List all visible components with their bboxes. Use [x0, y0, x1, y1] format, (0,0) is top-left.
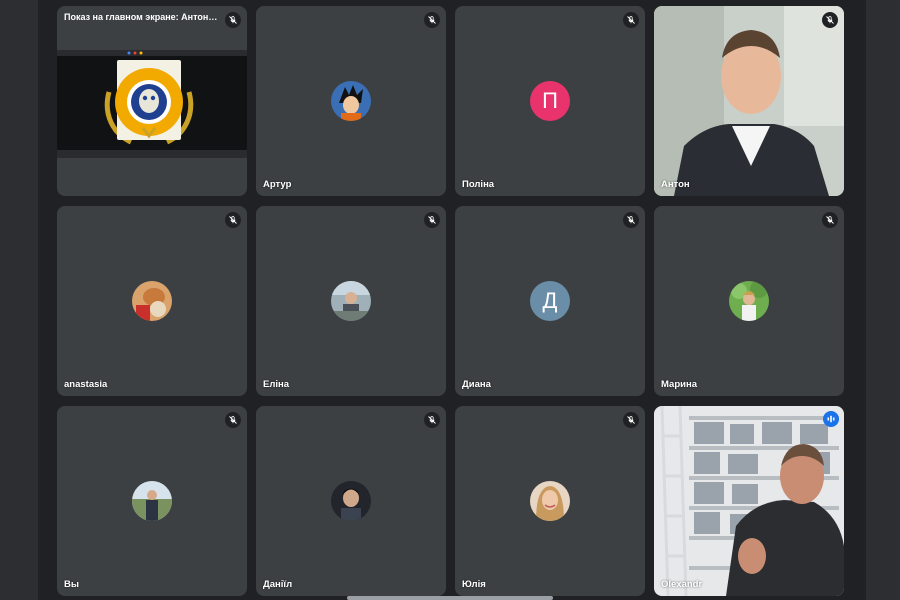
- avatar: [132, 481, 172, 521]
- participant-tile[interactable]: Вы: [57, 406, 247, 596]
- participant-tile[interactable]: Еліна: [256, 206, 446, 396]
- mic-off-icon: [225, 412, 241, 428]
- presentation-tile[interactable]: Показ на главном экране: Антон Ба…: [57, 6, 247, 196]
- mic-off-icon: [225, 12, 241, 28]
- scroll-handle[interactable]: [347, 596, 553, 600]
- participant-tile[interactable]: Антон: [654, 6, 844, 196]
- participant-name: anastasia: [64, 379, 108, 390]
- avatar: [331, 481, 371, 521]
- avatar: П: [530, 81, 570, 121]
- participant-tile[interactable]: Д Диана: [455, 206, 645, 396]
- participant-name: Артур: [263, 179, 292, 190]
- mic-off-icon: [225, 212, 241, 228]
- participant-tile[interactable]: П Поліна: [455, 6, 645, 196]
- mic-off-icon: [822, 12, 838, 28]
- avatar: [331, 281, 371, 321]
- participant-tile[interactable]: Olexandr: [654, 406, 844, 596]
- participant-name: Даніїл: [263, 579, 293, 590]
- shared-screen-preview: [57, 50, 247, 158]
- participant-name: Юлія: [462, 579, 486, 590]
- mic-off-icon: [424, 12, 440, 28]
- avatar: [530, 481, 570, 521]
- avatar: [132, 281, 172, 321]
- emblem-logo: [57, 50, 247, 158]
- participant-name: Еліна: [263, 379, 290, 390]
- mic-off-icon: [623, 412, 639, 428]
- avatar: Д: [530, 281, 570, 321]
- participant-name: Olexandr: [661, 579, 703, 590]
- mic-off-icon: [822, 212, 838, 228]
- left-panel-edge: [0, 0, 38, 600]
- participant-tile[interactable]: anastasia: [57, 206, 247, 396]
- participant-name: Марина: [661, 379, 697, 390]
- camera-video: [654, 406, 844, 596]
- participant-tile[interactable]: Марина: [654, 206, 844, 396]
- presentation-title: Показ на главном экране: Антон Ба…: [64, 12, 219, 22]
- mic-off-icon: [623, 212, 639, 228]
- participant-name: Вы: [64, 579, 79, 590]
- avatar: [331, 81, 371, 121]
- participant-tile[interactable]: Артур: [256, 6, 446, 196]
- camera-video: [654, 6, 844, 196]
- mic-off-icon: [424, 212, 440, 228]
- avatar: [729, 281, 769, 321]
- participant-name: Антон: [661, 179, 690, 190]
- participant-tile[interactable]: Даніїл: [256, 406, 446, 596]
- mic-off-icon: [424, 412, 440, 428]
- participant-name: Поліна: [462, 179, 495, 190]
- participant-tile[interactable]: Юлія: [455, 406, 645, 596]
- participant-grid: Показ на главном экране: Антон Ба… Артур…: [57, 6, 844, 596]
- speaking-indicator-icon: [823, 411, 839, 427]
- mic-off-icon: [623, 12, 639, 28]
- right-panel-edge: [866, 0, 900, 600]
- participant-name: Диана: [462, 379, 491, 390]
